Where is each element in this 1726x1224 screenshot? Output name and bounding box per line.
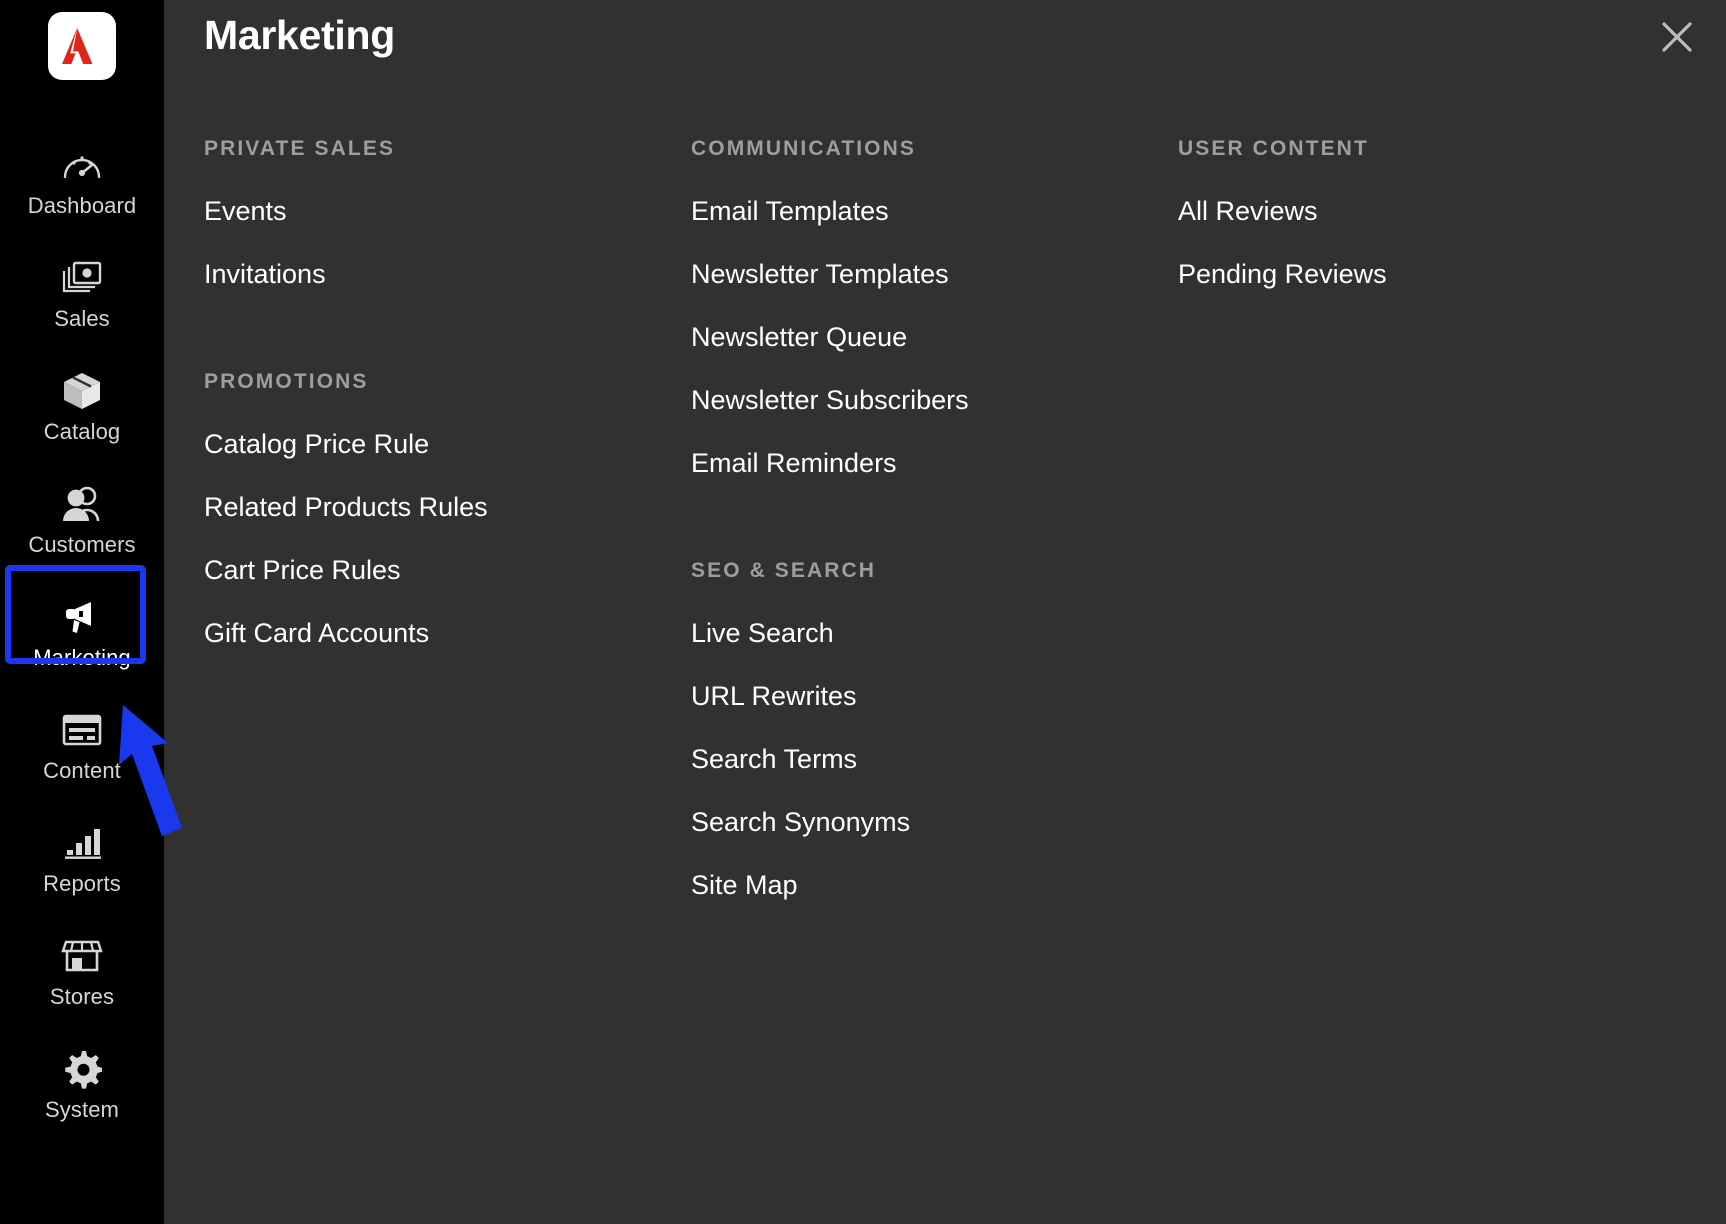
menu-column-3: User Content All Reviews Pending Reviews bbox=[1178, 137, 1578, 947]
menu-item-pending-reviews[interactable]: Pending Reviews bbox=[1178, 261, 1578, 288]
menu-group-user-content: User Content All Reviews Pending Reviews bbox=[1178, 137, 1578, 288]
sidebar-item-customers[interactable]: Customers bbox=[0, 463, 164, 576]
sidebar-nav-list: Dashboard Sales Catalog Customers Market… bbox=[0, 124, 164, 1141]
menu-item-gift-card-accounts[interactable]: Gift Card Accounts bbox=[204, 620, 691, 647]
sidebar-item-label: Customers bbox=[28, 532, 136, 557]
menu-item-related-products-rules[interactable]: Related Products Rules bbox=[204, 494, 691, 521]
storefront-icon bbox=[61, 935, 103, 977]
close-icon[interactable] bbox=[1654, 14, 1700, 60]
sidebar-item-label: Sales bbox=[54, 306, 110, 331]
bar-chart-icon bbox=[61, 822, 103, 864]
menu-item-newsletter-templates[interactable]: Newsletter Templates bbox=[691, 261, 1178, 288]
sidebar-item-catalog[interactable]: Catalog bbox=[0, 350, 164, 463]
money-stack-icon bbox=[60, 257, 104, 299]
menu-group-promotions: Promotions Catalog Price Rule Related Pr… bbox=[204, 370, 691, 647]
menu-item-email-templates[interactable]: Email Templates bbox=[691, 198, 1178, 225]
menu-item-catalog-price-rule[interactable]: Catalog Price Rule bbox=[204, 431, 691, 458]
sidebar-item-label: Content bbox=[43, 758, 121, 783]
layout-card-icon bbox=[61, 709, 103, 751]
menu-column-1: Private Sales Events Invitations Promoti… bbox=[204, 137, 691, 947]
sidebar-item-marketing[interactable]: Marketing bbox=[0, 576, 164, 689]
megaphone-icon bbox=[61, 596, 103, 638]
gear-icon bbox=[62, 1048, 102, 1090]
menu-group-seo-search: SEO & Search Live Search URL Rewrites Se… bbox=[691, 559, 1178, 899]
menu-column-2: Communications Email Templates Newslette… bbox=[691, 137, 1178, 947]
adobe-logo-icon[interactable] bbox=[48, 12, 116, 80]
menu-item-newsletter-subscribers[interactable]: Newsletter Subscribers bbox=[691, 387, 1178, 414]
sidebar-item-label: Marketing bbox=[33, 645, 131, 670]
menu-item-site-map[interactable]: Site Map bbox=[691, 872, 1178, 899]
page-title: Marketing bbox=[204, 12, 395, 58]
marketing-menu-panel: Marketing Private Sales Events Invitatio… bbox=[164, 0, 1726, 1224]
sidebar-item-system[interactable]: System bbox=[0, 1028, 164, 1141]
sidebar-item-stores[interactable]: Stores bbox=[0, 915, 164, 1028]
sidebar-item-content[interactable]: Content bbox=[0, 689, 164, 802]
box-icon bbox=[61, 370, 103, 412]
sidebar-item-label: System bbox=[45, 1097, 119, 1122]
menu-group-communications: Communications Email Templates Newslette… bbox=[691, 137, 1178, 477]
sidebar-item-label: Stores bbox=[49, 984, 115, 1009]
main-sidebar: Dashboard Sales Catalog Customers Market… bbox=[0, 0, 164, 1224]
sidebar-item-sales[interactable]: Sales bbox=[0, 237, 164, 350]
app-root: Dashboard Sales Catalog Customers Market… bbox=[0, 0, 1726, 1224]
menu-group-title: Communications bbox=[691, 137, 916, 160]
menu-item-events[interactable]: Events bbox=[204, 198, 691, 225]
sidebar-item-reports[interactable]: Reports bbox=[0, 802, 164, 915]
menu-item-email-reminders[interactable]: Email Reminders bbox=[691, 450, 1178, 477]
menu-group-private-sales: Private Sales Events Invitations bbox=[204, 137, 691, 288]
menu-group-title: Private Sales bbox=[204, 137, 396, 160]
menu-group-title: Promotions bbox=[204, 370, 369, 393]
panel-header: Marketing bbox=[164, 0, 1726, 92]
sidebar-item-label: Reports bbox=[43, 871, 121, 896]
menu-group-title: SEO & Search bbox=[691, 559, 877, 582]
menu-item-url-rewrites[interactable]: URL Rewrites bbox=[691, 683, 1178, 710]
sidebar-item-label: Dashboard bbox=[27, 193, 137, 218]
menu-item-search-terms[interactable]: Search Terms bbox=[691, 746, 1178, 773]
menu-group-title: User Content bbox=[1178, 137, 1369, 160]
menu-item-search-synonyms[interactable]: Search Synonyms bbox=[691, 809, 1178, 836]
menu-item-all-reviews[interactable]: All Reviews bbox=[1178, 198, 1578, 225]
people-icon bbox=[60, 483, 104, 525]
menu-item-live-search[interactable]: Live Search bbox=[691, 620, 1178, 647]
menu-item-cart-price-rules[interactable]: Cart Price Rules bbox=[204, 557, 691, 584]
menu-columns: Private Sales Events Invitations Promoti… bbox=[164, 92, 1726, 947]
sidebar-item-dashboard[interactable]: Dashboard bbox=[0, 124, 164, 237]
menu-item-invitations[interactable]: Invitations bbox=[204, 261, 691, 288]
sidebar-item-label: Catalog bbox=[43, 419, 121, 444]
menu-item-newsletter-queue[interactable]: Newsletter Queue bbox=[691, 324, 1178, 351]
gauge-icon bbox=[61, 144, 103, 186]
